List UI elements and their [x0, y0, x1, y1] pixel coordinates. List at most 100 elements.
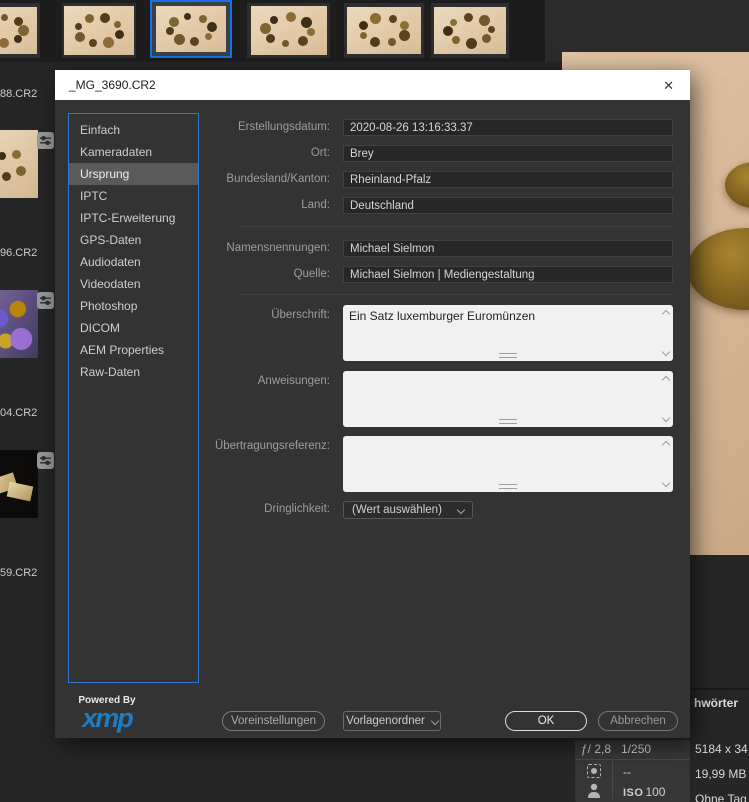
file-info-dialog: _MG_3690.CR2 ✕ Einfach Kameradaten Urspr…: [55, 70, 690, 738]
instructions-label: Anweisungen:: [257, 375, 330, 387]
template-folder-button[interactable]: Vorlagenordner: [343, 711, 441, 731]
resize-grip[interactable]: [499, 353, 517, 358]
instructions-textarea-frame: [343, 371, 673, 427]
thumbnail-detail: [6, 481, 34, 502]
thumbnail-image: [64, 6, 134, 55]
xmp-logo-text: xmp: [82, 703, 134, 733]
develop-settings-badge-icon: [37, 132, 54, 149]
coin-dot: [478, 15, 490, 27]
coin-dot: [297, 35, 308, 46]
resize-grip[interactable]: [499, 484, 517, 489]
filmstrip-thumbnail[interactable]: [247, 3, 330, 58]
iso-label: ISO: [623, 787, 644, 799]
coin-dot: [359, 20, 369, 30]
coin-dot: [388, 38, 397, 47]
file-name-label: 88.CR2: [0, 88, 38, 100]
panel-divider: [690, 688, 749, 690]
scroll-down-icon[interactable]: [661, 413, 670, 423]
chevron-down-icon: [456, 505, 466, 515]
country-field[interactable]: [343, 197, 673, 214]
coin-dot: [388, 14, 397, 23]
state-field[interactable]: [343, 171, 673, 188]
textarea-scrollbar[interactable]: [658, 305, 673, 361]
image-dimensions: 5184 x 34: [695, 742, 748, 756]
close-icon[interactable]: ✕: [659, 77, 678, 94]
coin-dot: [183, 13, 191, 21]
textarea-scrollbar[interactable]: [658, 436, 673, 492]
coin-dot: [2, 172, 11, 181]
cancel-button[interactable]: Abbrechen: [598, 711, 678, 731]
scroll-up-icon[interactable]: [661, 375, 670, 385]
scroll-up-icon[interactable]: [661, 440, 670, 450]
credit-field[interactable]: [343, 240, 673, 257]
source-field[interactable]: [343, 266, 673, 283]
filmstrip-thumbnail[interactable]: [0, 450, 38, 518]
scroll-down-icon[interactable]: [661, 347, 670, 357]
coin-dot: [270, 16, 279, 25]
creation-date-field[interactable]: [343, 119, 673, 136]
textarea-scrollbar[interactable]: [658, 371, 673, 427]
keywords-panel-tab[interactable]: hwörter: [694, 696, 738, 710]
filmstrip-thumbnail[interactable]: [0, 290, 38, 358]
coin-dot: [168, 16, 179, 27]
filmstrip-thumbnail[interactable]: [0, 130, 38, 198]
coin-dot: [266, 34, 276, 44]
metering-mode-icon: [586, 764, 601, 778]
scroll-down-icon[interactable]: [661, 478, 670, 488]
coin-dot: [488, 26, 496, 34]
coin-dot: [100, 12, 111, 23]
coin-dot: [307, 28, 316, 36]
coin-dot: [75, 23, 83, 31]
develop-settings-badge-icon: [37, 452, 54, 469]
source-label: Quelle:: [293, 268, 330, 280]
file-info-column: 5184 x 34 19,99 MB Ohne Tag: [695, 737, 749, 802]
develop-settings-badge-icon: [37, 292, 54, 309]
headline-textarea-frame: Ein Satz luxemburger Euromünzen: [343, 305, 673, 361]
coin-dot: [450, 18, 458, 26]
thumbnail-image: [156, 6, 226, 52]
filmstrip-thumbnail-selected[interactable]: [150, 0, 232, 58]
thumbnail-image: [0, 7, 37, 54]
coin-dot: [173, 33, 185, 45]
metering-value: --: [623, 765, 631, 779]
file-name-label: 04.CR2: [0, 407, 38, 419]
urgency-dropdown[interactable]: (Wert auswählen): [343, 501, 473, 519]
coin-dot: [166, 27, 175, 36]
urgency-selected-value: (Wert auswählen): [352, 504, 442, 516]
iso-value: 100: [645, 785, 666, 799]
filmstrip-thumbnail[interactable]: [344, 3, 424, 58]
coin-dot: [204, 32, 212, 40]
file-name-label: 59.CR2: [0, 567, 38, 579]
urgency-label: Dringlichkeit:: [264, 503, 330, 515]
coin-dot: [282, 40, 290, 48]
presets-button[interactable]: Voreinstellungen: [222, 711, 325, 731]
country-label: Land:: [301, 199, 330, 211]
coin-dot: [103, 36, 115, 48]
coin-in-photo: [687, 228, 749, 310]
headline-label: Überschrift:: [271, 309, 330, 321]
city-field[interactable]: [343, 145, 673, 162]
sidebar-item-aem-properties[interactable]: AEM Properties: [69, 339, 198, 361]
coin-dot: [359, 31, 367, 39]
transmission-reference-label: Übertragungsreferenz:: [214, 440, 330, 452]
transmission-reference-textarea-frame: [343, 436, 673, 492]
coin-dot: [451, 36, 460, 45]
city-label: Ort:: [310, 147, 330, 159]
form-divider: [240, 294, 673, 295]
file-name-label: 96.CR2: [0, 247, 38, 259]
filmstrip-thumbnail[interactable]: [431, 3, 509, 58]
form-divider: [240, 226, 673, 227]
coin-in-photo: [725, 162, 749, 208]
filmstrip-thumbnail[interactable]: [0, 3, 40, 58]
filmstrip-thumbnail[interactable]: [62, 3, 136, 58]
coin-dot: [286, 12, 297, 23]
person-icon: [587, 783, 600, 798]
scroll-up-icon[interactable]: [661, 309, 670, 319]
resize-grip[interactable]: [499, 419, 517, 424]
ok-button[interactable]: OK: [505, 711, 587, 731]
shutter-value: 1/250: [621, 742, 652, 756]
dialog-title: _MG_3690.CR2: [69, 78, 156, 92]
coin-dot: [300, 16, 312, 28]
coin-dot: [12, 150, 21, 159]
coin-dot: [84, 14, 94, 24]
